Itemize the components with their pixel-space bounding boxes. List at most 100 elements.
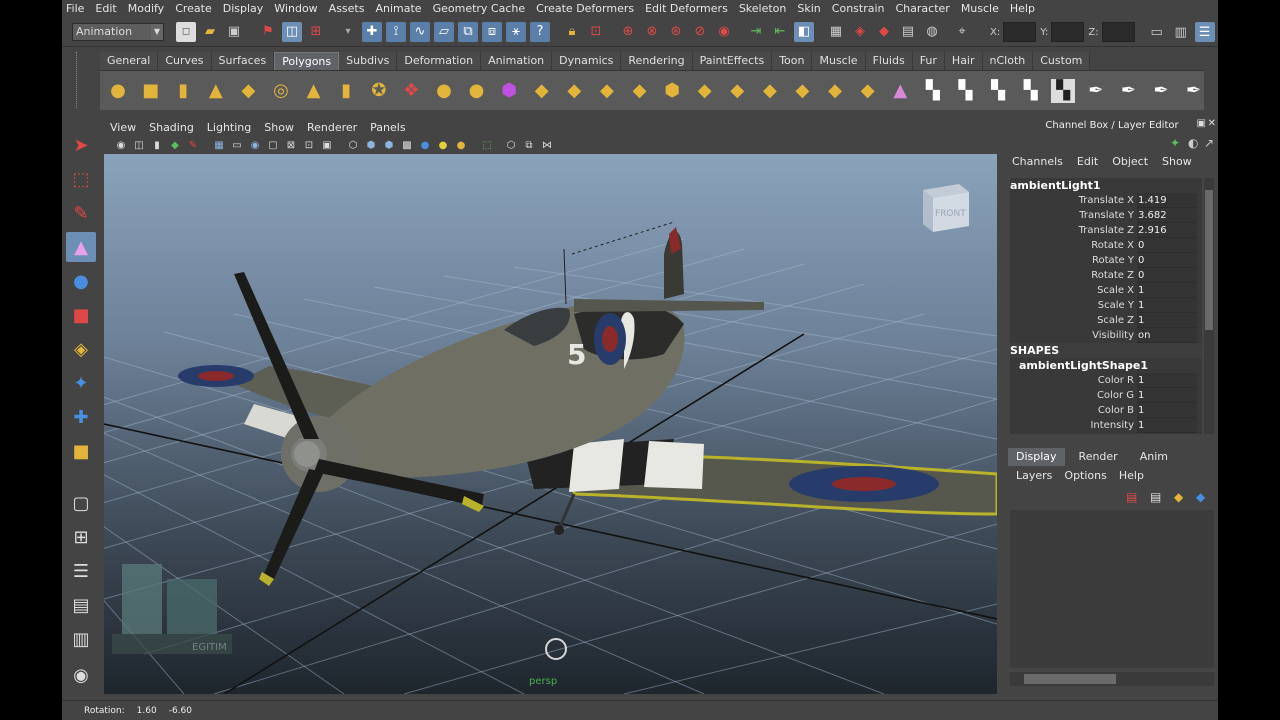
soft-mod-tool-icon[interactable]: ✦ [66,368,96,398]
le-menu-help[interactable]: Help [1119,469,1144,482]
poly-cube-icon[interactable]: ■ [139,79,163,103]
select-hierarchy-icon[interactable]: ⚑ [258,22,278,42]
xray-active-icon[interactable]: ⧉ [522,138,536,152]
shelf-tab-subdivs[interactable]: Subdivs [339,52,398,70]
shelf-tab-ncloth[interactable]: nCloth [982,52,1034,70]
default-lighting-icon[interactable]: ● [418,138,432,152]
menu-assets[interactable]: Assets [329,2,365,15]
pick-misc-icon[interactable]: ? [530,21,550,42]
safe-title-icon[interactable]: ▣ [320,138,334,152]
gate-mask-icon[interactable]: ▢ [266,138,280,152]
scale-tool-icon[interactable]: ■ [66,300,96,330]
menu-modify[interactable]: Modify [128,2,164,15]
menu-display[interactable]: Display [223,2,264,15]
menu-create[interactable]: Create [175,2,212,15]
cb-menu-show[interactable]: Show [1162,155,1192,168]
hypershade-layout-icon[interactable]: ▥ [66,624,96,654]
menu-window[interactable]: Window [274,2,317,15]
textured-icon[interactable]: ● [454,138,468,152]
channel-row[interactable]: Color G1 [1010,388,1202,403]
poly-wedge-icon[interactable]: ◆ [790,79,814,103]
manipulator-tool-icon[interactable]: ◈ [66,334,96,364]
perspective-viewport[interactable]: 5 FRONT EGITIM persp [104,154,997,694]
new-layer-icon[interactable]: ▤ [1126,490,1137,504]
menu-skin[interactable]: Skin [797,2,820,15]
scrollbar-thumb[interactable] [1205,190,1213,330]
tab-display[interactable]: Display [1008,448,1065,466]
safe-action-icon[interactable]: ⊡ [302,138,316,152]
field-chart-icon[interactable]: ⊠ [284,138,298,152]
channel-value[interactable]: 1 [1137,313,1197,328]
poly-bridge-icon[interactable]: ◆ [628,79,652,103]
float-panel-icon[interactable]: ▣ [1197,118,1206,129]
render-view-icon[interactable]: ▦ [826,22,846,42]
poly-booleans-icon[interactable]: ⬢ [497,79,521,103]
sidebar-toggle-icon[interactable]: ▭ [1147,22,1167,42]
scrollbar-thumb[interactable] [1024,674,1116,684]
menu-skeleton[interactable]: Skeleton [739,2,787,15]
snap-grid-icon[interactable]: ⊕ [618,22,638,42]
tab-anim[interactable]: Anim [1132,448,1176,466]
channel-row[interactable]: Scale X1 [1010,283,1202,298]
shelf-tab-hair[interactable]: Hair [944,52,983,70]
save-scene-icon[interactable]: ▣ [224,22,244,42]
shelf-tab-surfaces[interactable]: Surfaces [211,52,275,70]
shelf-tab-fur[interactable]: Fur [912,52,945,70]
show-manipulator-icon[interactable]: ✚ [66,402,96,432]
cb-menu-edit[interactable]: Edit [1077,155,1098,168]
view-cube[interactable]: FRONT [919,180,973,234]
channel-value[interactable]: 1 [1137,403,1197,418]
make-live-icon[interactable]: ◉ [714,22,734,42]
graph-editor-layout-icon[interactable]: ▤ [66,590,96,620]
close-icon[interactable]: ✕ [1208,118,1216,129]
move-tool-icon[interactable]: ▲ [66,232,96,262]
share-icon[interactable]: ⋈ [540,138,554,152]
outliner-layout-icon[interactable]: ☰ [66,556,96,586]
channel-row[interactable]: Intensity 1 [1010,418,1202,433]
shelf-tab-painteffects[interactable]: PaintEffects [692,52,773,70]
paint-select-tool-icon[interactable]: ✎ [66,198,96,228]
menu-edit[interactable]: Edit [95,2,116,15]
pick-dynamics-icon[interactable]: ⧈ [482,21,502,42]
poly-sphere-icon[interactable]: ● [106,79,130,103]
channel-value[interactable]: 0 [1137,253,1197,268]
channel-value[interactable]: 0 [1137,238,1197,253]
panel-menu-renderer[interactable]: Renderer [307,121,357,134]
brush-3-icon[interactable]: ✒ [1149,79,1173,103]
xray-icon[interactable]: ▩ [400,138,414,152]
lock-selection-icon[interactable]: 🔒︎ [562,22,582,42]
channel-row[interactable]: Translate Y 3.682 [1010,208,1202,223]
channel-row[interactable]: Rotate X0 [1010,238,1202,253]
menu-help[interactable]: Help [1010,2,1035,15]
new-scene-icon[interactable]: ◻ [176,21,196,42]
poly-merge-icon[interactable]: ◆ [856,79,880,103]
uv-editor-icon[interactable]: ▚ [1051,78,1076,103]
x-field[interactable] [1003,22,1037,42]
menu-constrain[interactable]: Constrain [832,2,885,15]
menu-set-dropdown[interactable]: Animation ▼ [72,22,164,41]
help-icon[interactable]: ◐ [1188,136,1198,150]
select-tool-icon[interactable]: ➤ [66,130,96,160]
last-tool-icon[interactable]: ■ [66,436,96,466]
poly-mirror-icon[interactable]: ◆ [562,79,586,103]
uv-planar-icon[interactable]: ▚ [921,79,945,103]
poly-sculpt-icon[interactable]: ▲ [888,79,912,103]
new-layer-selected-icon[interactable]: ▤ [1150,490,1161,504]
uv-spherical-icon[interactable]: ▚ [986,79,1010,103]
poly-poke-icon[interactable]: ◆ [823,79,847,103]
snap-view-plane-icon[interactable]: ⊘ [690,22,710,42]
brush-1-icon[interactable]: ✒ [1084,79,1108,103]
channel-value[interactable]: on [1137,328,1197,343]
ipr-render-icon[interactable]: ◆ [874,22,894,42]
cb-menu-channels[interactable]: Channels [1012,155,1063,168]
channel-box-icon[interactable]: ☰ [1194,22,1215,42]
channel-value[interactable]: 1 [1137,298,1197,313]
channel-value[interactable]: 1 [1137,388,1197,403]
menu-animate[interactable]: Animate [375,2,421,15]
poly-bevel-icon[interactable]: ⬢ [660,79,684,103]
poly-extrude-icon[interactable]: ◆ [595,79,619,103]
snap-curve-icon[interactable]: ⊗ [642,22,662,42]
custom-layout-icon[interactable]: ◉ [66,660,96,690]
menu-file[interactable]: File [66,2,84,15]
poly-torus-icon[interactable]: ◎ [269,79,293,103]
